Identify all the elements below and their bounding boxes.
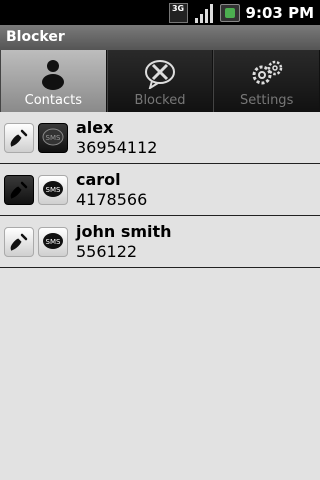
sms-block-toggle[interactable]: SMS xyxy=(38,226,68,257)
tab-label: Contacts xyxy=(24,93,83,108)
tab-label: Settings xyxy=(240,93,294,108)
call-block-toggle[interactable] xyxy=(4,174,34,205)
tab-blocked[interactable]: Blocked xyxy=(106,50,214,112)
svg-text:SMS: SMS xyxy=(46,238,61,246)
call-block-toggle[interactable] xyxy=(4,226,34,257)
contact-name: carol xyxy=(76,169,121,189)
list-item[interactable]: SMS alex 36954112 xyxy=(0,112,320,164)
svg-text:SMS: SMS xyxy=(46,134,61,142)
call-block-toggle[interactable] xyxy=(4,122,34,153)
tab-label: Blocked xyxy=(134,93,186,108)
signal-icon xyxy=(194,3,214,23)
phone-icon xyxy=(10,129,28,147)
contact-number: 36954112 xyxy=(76,137,158,157)
sms-icon: SMS xyxy=(43,180,63,197)
sms-block-toggle[interactable]: SMS xyxy=(38,174,68,205)
sms-icon: SMS xyxy=(42,128,64,145)
contact-name: john smith xyxy=(76,221,172,241)
tab-bar: Contacts Blocked Settings xyxy=(0,50,320,112)
app-title: Blocker xyxy=(0,25,320,50)
contact-number: 4178566 xyxy=(76,189,148,209)
person-icon xyxy=(33,57,73,91)
blocked-chat-icon xyxy=(140,57,180,91)
gears-icon xyxy=(247,57,287,91)
phone-icon xyxy=(10,181,28,199)
contact-name: alex xyxy=(76,117,114,137)
clock: 9:03 PM xyxy=(245,3,314,22)
list-item[interactable]: SMS carol 4178566 xyxy=(0,164,320,216)
status-bar: 3G 9:03 PM xyxy=(0,0,320,25)
3g-icon: 3G xyxy=(168,2,188,23)
contact-list: SMS alex 36954112 SMS carol 4178566 SMS … xyxy=(0,112,320,268)
battery-icon xyxy=(219,3,240,22)
tab-settings[interactable]: Settings xyxy=(213,50,320,112)
phone-icon xyxy=(10,233,28,251)
contact-number: 556122 xyxy=(76,241,138,261)
sms-block-toggle[interactable]: SMS xyxy=(38,122,68,153)
list-item[interactable]: SMS john smith 556122 xyxy=(0,216,320,268)
svg-text:SMS: SMS xyxy=(46,186,61,194)
sms-icon: SMS xyxy=(43,232,63,249)
tab-contacts[interactable]: Contacts xyxy=(0,50,107,112)
